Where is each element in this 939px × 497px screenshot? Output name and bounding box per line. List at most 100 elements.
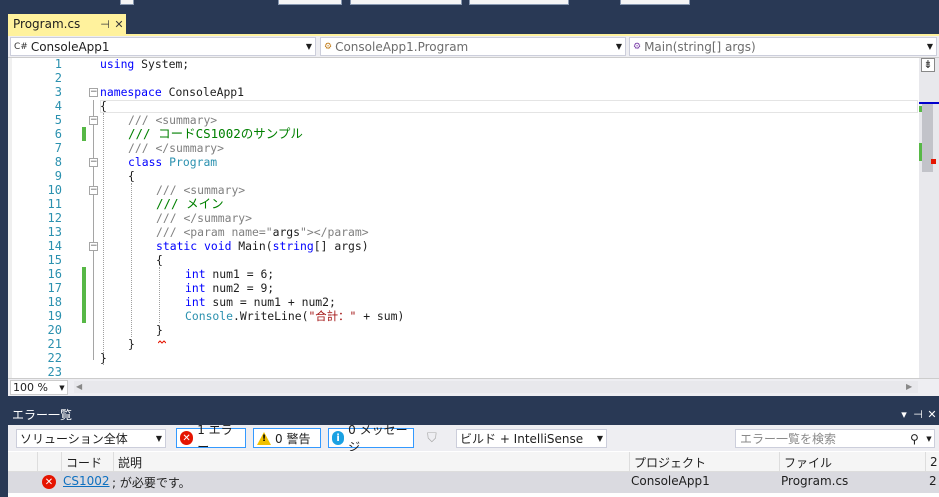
warnings-filter-button[interactable]: ! 0 警告 [253,428,321,448]
collapse-icon[interactable]: − [89,242,98,251]
line-number: 7 [54,141,62,155]
keyword: void [197,239,232,253]
code-line-9: { [128,169,135,183]
current-line-highlight [100,100,918,113]
error-marker-overview [931,159,936,164]
build-filter-dropdown[interactable]: ビルド + IntelliSense ▼ [456,429,607,448]
horizontal-scrollbar[interactable] [74,381,918,393]
scope-dropdown[interactable]: ソリューション全体 ▼ [16,429,166,448]
info-icon: i [332,431,345,445]
code-text: num1 = 6; [205,267,275,281]
error-file: Program.cs [781,474,849,488]
chevron-down-icon: ▼ [615,42,623,51]
collapse-icon[interactable]: − [89,88,98,97]
xml-doc-tag: <param name=" [183,225,273,239]
column-line[interactable]: 2 [925,452,939,472]
change-marker [82,127,86,141]
column-code[interactable]: コード [61,452,113,472]
toolbar-fragment [620,0,690,5]
chevron-down-icon: ▼ [155,434,163,443]
pin-icon[interactable]: ⊣ [911,408,925,421]
line-number: 2 [54,71,62,85]
param-name: args [272,225,301,239]
zoom-dropdown[interactable]: 100 % ▼ [10,380,68,395]
chevron-down-icon[interactable]: ▼ [924,435,934,443]
scroll-left-icon[interactable]: ◀ [76,382,82,391]
xml-doc-tag: </summary> [183,211,253,225]
class-icon: ⚙ [324,41,333,52]
collapse-icon[interactable]: − [89,186,98,195]
messages-filter-button[interactable]: i 0 メッセージ [328,423,414,454]
code-line-8: class Program [128,155,217,169]
dropdown-icon[interactable]: ▾ [897,408,911,421]
code-text: [] args) [313,239,369,253]
line-number: 1 [54,57,62,71]
code-line-6: /// コードCS1002のサンプル [128,126,303,141]
split-view-icon[interactable]: ⇟ [921,58,935,72]
search-icon[interactable]: ⚲ [910,432,924,446]
error-project: ConsoleApp1 [631,474,710,488]
pin-icon[interactable]: ⊣ [98,18,112,31]
build-filter-label: ビルド + IntelliSense [460,432,584,446]
code-text: num2 = 9; [205,281,275,295]
class-dropdown[interactable]: ⚙ ConsoleApp1.Program ▼ [320,37,626,56]
class-dropdown-label: ConsoleApp1.Program [335,39,469,54]
line-number: 20 [47,323,62,337]
code-line-1: using System; [100,57,189,71]
line-number: 19 [47,309,62,323]
error-code-link[interactable]: CS1002 [63,474,110,488]
code-line-7: /// </summary> [128,141,224,155]
collapse-icon[interactable]: − [89,158,98,167]
member-dropdown-label: Main(string[] args) [644,39,756,54]
outline-line [93,100,94,360]
code-line-22: } [100,351,107,365]
line-number: 11 [47,197,62,211]
comment-prefix: /// [156,225,184,239]
line-number: 14 [47,239,62,253]
code-text: Main( [231,239,273,253]
error-list-header: エラー一覧 ▾ ⊣ ✕ [8,404,939,425]
collapse-icon[interactable]: − [89,116,98,125]
column-project[interactable]: プロジェクト [629,452,779,472]
code-text: + sum) [356,309,405,323]
line-number: 15 [47,253,62,267]
member-dropdown[interactable]: ⚙ Main(string[] args) ▼ [629,37,937,56]
chevron-down-icon: ▼ [59,383,65,392]
code-line-11: /// メイン [156,196,224,211]
code-text: .WriteLine( [233,309,309,323]
error-description: ; が必要です。 [112,476,191,490]
comment-prefix: /// [156,183,184,197]
comment-prefix: /// [128,141,156,155]
line-number: 16 [47,267,62,281]
code-line-17: int num2 = 9; [185,281,274,295]
keyword: static [156,239,198,253]
close-icon[interactable]: ✕ [925,408,939,421]
code-line-10: /// <summary> [156,183,245,197]
line-number: 8 [54,155,62,169]
keyword: string [272,239,314,253]
code-line-12: /// </summary> [156,211,252,225]
code-line-15: { [156,253,163,267]
close-icon[interactable]: ✕ [112,18,126,31]
code-line-5: /// <summary> [128,113,217,127]
error-list-search[interactable]: エラー一覧を検索 ⚲ ▼ [735,429,935,448]
line-number: 3 [54,85,62,99]
keyword: namespace [100,85,162,99]
filter-icon[interactable]: ⛉ [427,431,437,446]
column-icon[interactable] [37,452,61,472]
project-dropdown[interactable]: C# ConsoleApp1 ▼ [10,37,316,56]
scroll-right-icon[interactable]: ▶ [906,382,912,391]
chevron-down-icon: ▼ [305,42,313,51]
code-line-4: { [100,99,107,113]
code-line-14: static void Main(string[] args) [156,239,369,253]
tab-program-cs[interactable]: Program.cs ⊣ ✕ [8,14,126,34]
column-file[interactable]: ファイル [779,452,925,472]
toolbar-fragment [350,0,462,5]
toolbar-fragment [278,0,342,5]
errors-filter-button[interactable]: ✕ 1 エラー [176,423,246,454]
column-description[interactable]: 説明 [113,452,629,472]
search-placeholder: エラー一覧を検索 [740,432,837,446]
error-line: 2 [929,474,937,488]
scope-label: ソリューション全体 [20,432,128,446]
line-number: 10 [47,183,62,197]
